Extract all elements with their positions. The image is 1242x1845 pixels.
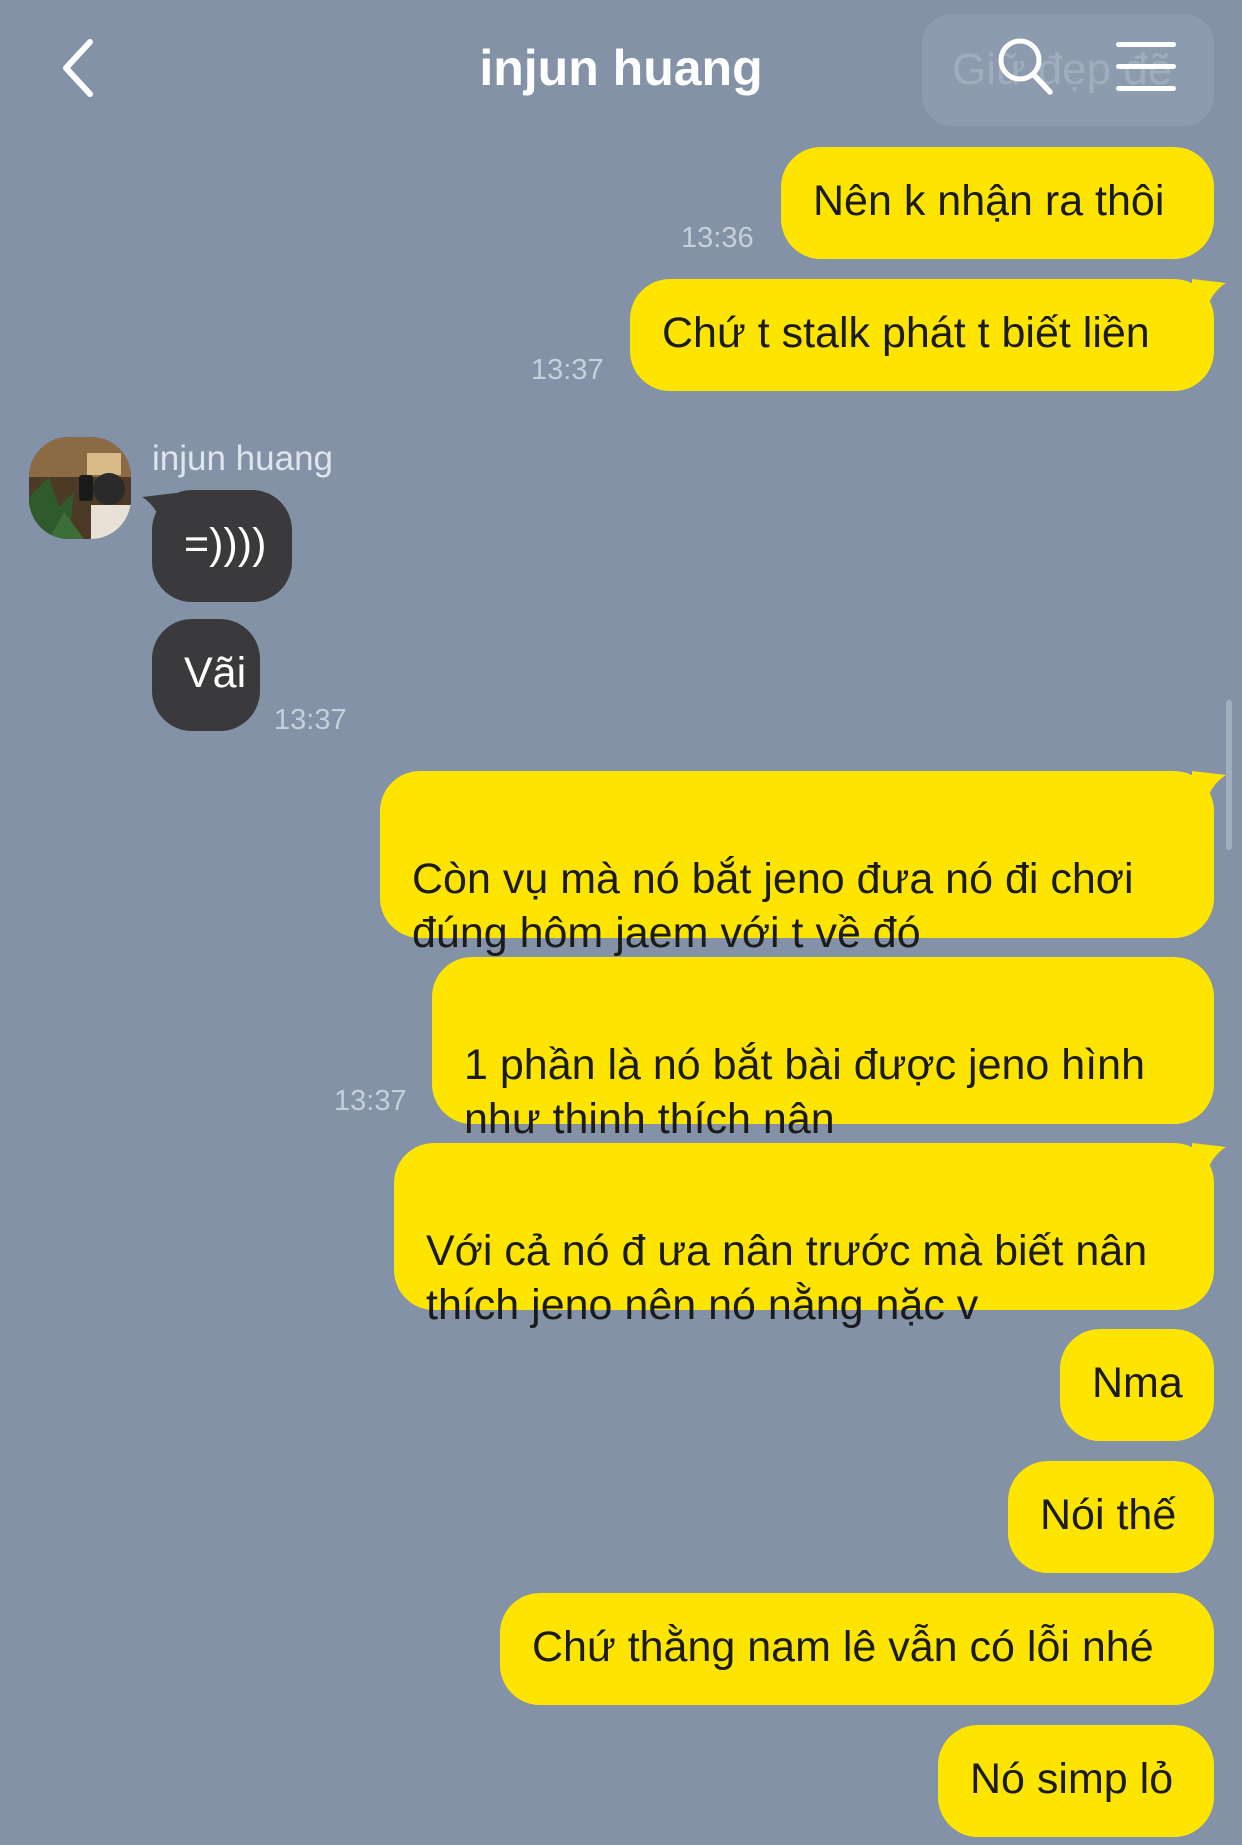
my-message-bubble[interactable]: Nói thế [1008, 1461, 1214, 1573]
search-button[interactable] [996, 34, 1056, 98]
message-time: 13:37 [274, 704, 347, 736]
my-message-bubble[interactable]: Với cả nó đ ưa nân trước mà biết nân thí… [394, 1143, 1214, 1329]
message-text: Với cả nó đ ưa nân trước mà biết nân thí… [426, 1227, 1148, 1329]
message-time: 13:37 [334, 1085, 407, 1117]
bubble-tail [1192, 1143, 1226, 1173]
my-message-bubble[interactable]: Nên k nhận ra thôi [781, 147, 1214, 259]
my-message-bubble[interactable]: 1 phần là nó bắt bài được jeno hình như … [432, 957, 1214, 1143]
my-message-bubble[interactable]: Chứ t stalk phát t biết liền [630, 279, 1214, 391]
message-text: Nên k nhận ra thôi [813, 177, 1165, 225]
message-text: Vãi [184, 649, 247, 697]
message-time: 13:37 [531, 354, 604, 386]
menu-button[interactable] [1114, 38, 1178, 94]
message-text: Nma [1092, 1359, 1183, 1407]
sender-name: injun huang [152, 439, 333, 478]
bubble-tail [1192, 771, 1226, 801]
avatar-photo [29, 437, 131, 539]
message-text: Nói thế [1040, 1491, 1177, 1539]
message-text: Còn vụ mà nó bắt jeno đưa nó đi chơi đún… [412, 855, 1134, 957]
message-text: Chứ thằng nam lê vẫn có lỗi nhé [532, 1623, 1154, 1671]
message-text: 1 phần là nó bắt bài được jeno hình như … [464, 1041, 1145, 1143]
bubble-tail [1192, 279, 1226, 309]
scrollbar[interactable] [1226, 700, 1232, 850]
message-text: =)))) [184, 520, 267, 568]
message-text: Nó simp lỏ [970, 1755, 1174, 1803]
message-time: 13:36 [681, 222, 754, 254]
bubble-tail [142, 493, 176, 523]
my-message-bubble[interactable]: Nma [1060, 1329, 1214, 1441]
message-text: Chứ t stalk phát t biết liền [662, 309, 1150, 357]
their-message-bubble[interactable]: Vãi [152, 619, 260, 731]
search-icon [998, 38, 1053, 95]
my-message-bubble[interactable]: Còn vụ mà nó bắt jeno đưa nó đi chơi đún… [380, 771, 1214, 957]
contact-avatar[interactable] [29, 437, 131, 539]
my-message-bubble[interactable]: Chứ thằng nam lê vẫn có lỗi nhé [500, 1593, 1214, 1705]
my-message-bubble[interactable]: Nó simp lỏ [938, 1725, 1214, 1837]
chat-screen: injun huang Giữ đẹp đẽ Nên k nhận ra thô… [0, 0, 1242, 1845]
